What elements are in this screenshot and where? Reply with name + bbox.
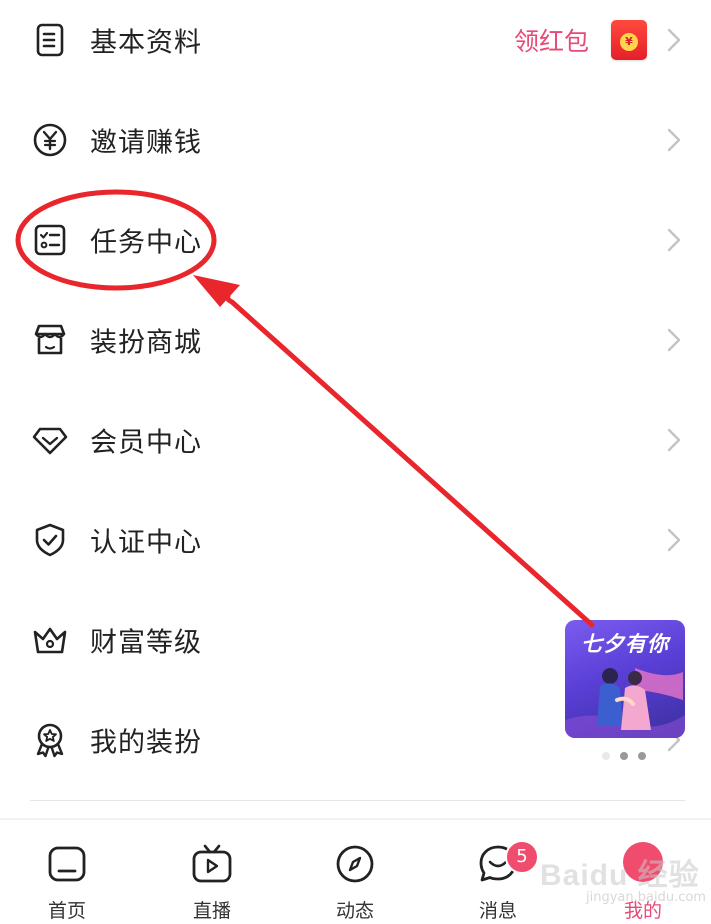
chevron-right-icon (665, 126, 683, 154)
yen-coin-icon (30, 120, 70, 160)
menu-item-label: 基本资料 (90, 27, 202, 59)
promo-title: 七夕有你 (581, 631, 669, 656)
tab-label: 消息 (478, 900, 517, 922)
compass-icon (333, 842, 377, 886)
home-icon (45, 842, 89, 886)
menu-item-label: 邀请赚钱 (90, 127, 202, 159)
menu-item-member-center[interactable]: 会员中心 (0, 390, 711, 490)
diamond-icon (30, 420, 70, 460)
chevron-right-icon (665, 426, 683, 454)
watermark-url: jingyan.baidu.com (586, 890, 706, 905)
couple-illustration (565, 668, 685, 738)
document-icon (30, 20, 70, 60)
tab-label: 直播 (192, 900, 231, 922)
menu-item-label: 会员中心 (90, 427, 202, 459)
tab-moments[interactable]: 动态 (284, 820, 426, 924)
baidu-jingyan-watermark: Baidu 经验 (540, 859, 700, 892)
tab-label: 首页 (47, 900, 86, 922)
carousel-dot (620, 752, 628, 760)
menu-item-label: 装扮商城 (90, 327, 202, 359)
carousel-dot (602, 752, 610, 760)
menu-item-basic-info[interactable]: 基本资料 领红包 ¥ (0, 0, 711, 90)
red-packet-icon[interactable]: ¥ (611, 20, 647, 60)
menu-item-task-center[interactable]: 任务中心 (0, 190, 711, 290)
claim-red-packet-link[interactable]: 领红包 (514, 22, 589, 58)
badge-ribbon-icon (30, 720, 70, 760)
divider (30, 800, 685, 801)
chevron-right-icon (665, 26, 683, 54)
unread-count-badge: 5 (505, 840, 539, 874)
menu-item-invite-earn[interactable]: 邀请赚钱 (0, 90, 711, 190)
carousel-indicator (602, 752, 652, 762)
menu-item-label: 认证中心 (90, 527, 202, 559)
menu-item-verification-center[interactable]: 认证中心 (0, 490, 711, 590)
menu-item-dressup-mall[interactable]: 装扮商城 (0, 290, 711, 390)
shield-check-icon (30, 520, 70, 560)
menu-item-label: 任务中心 (90, 227, 202, 259)
qixi-promo-banner[interactable]: 七夕有你 (565, 620, 685, 738)
coin-icon: ¥ (620, 32, 638, 51)
crown-icon (30, 620, 70, 660)
carousel-dot (638, 752, 646, 760)
menu-item-label: 财富等级 (90, 627, 202, 659)
chevron-right-icon (665, 526, 683, 554)
chevron-right-icon (665, 326, 683, 354)
tab-live[interactable]: 直播 (141, 820, 283, 924)
tab-label: 动态 (335, 900, 374, 922)
task-checklist-icon (30, 220, 70, 260)
shop-icon (30, 320, 70, 360)
tv-play-icon (190, 842, 234, 886)
menu-item-label: 我的装扮 (90, 727, 202, 759)
tab-home[interactable]: 首页 (0, 820, 138, 924)
chevron-right-icon (665, 226, 683, 254)
